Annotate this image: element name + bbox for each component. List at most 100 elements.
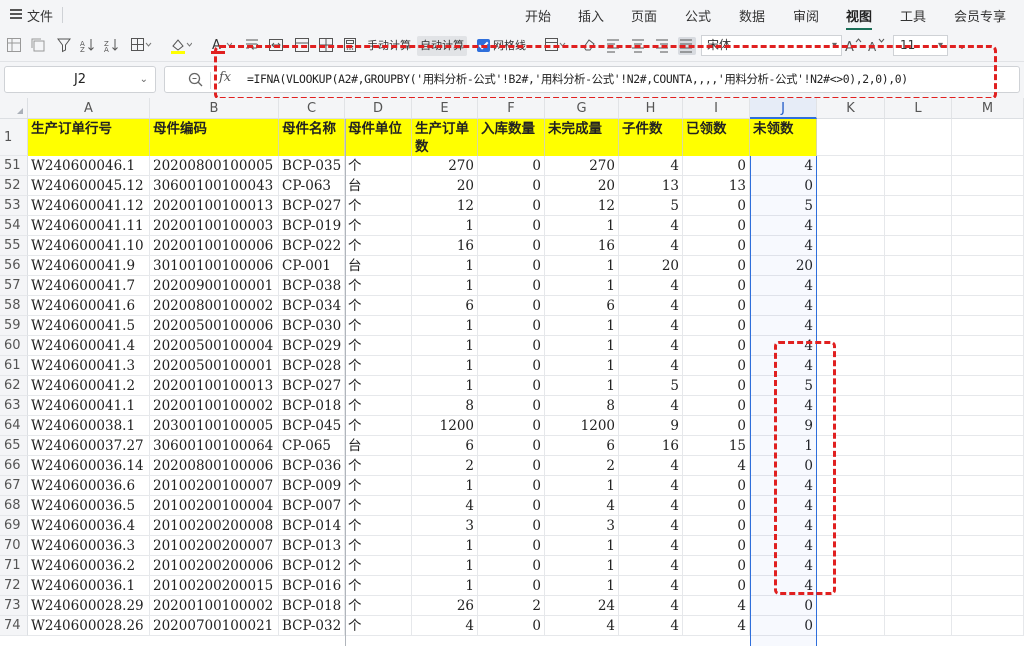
empty-cell[interactable] <box>817 396 885 416</box>
table-cell[interactable]: 270 <box>545 156 619 176</box>
table-cell[interactable]: 4 <box>619 576 683 596</box>
table-cell[interactable]: 0 <box>478 156 545 176</box>
column-header-l[interactable]: L <box>885 98 952 119</box>
table-cell[interactable]: 20200800100005 <box>150 156 279 176</box>
table-cell[interactable]: 个 <box>345 416 412 436</box>
table-cell[interactable]: 20200700100021 <box>150 616 279 636</box>
table-cell[interactable]: W240600041.7 <box>28 276 150 296</box>
table-cell[interactable]: 4 <box>750 216 817 236</box>
clear-format-icon[interactable] <box>581 37 599 55</box>
table-cell[interactable]: 4 <box>750 396 817 416</box>
table-cell[interactable]: W240600036.2 <box>28 556 150 576</box>
table-cell[interactable]: BCP-013 <box>279 536 345 556</box>
tab-membership[interactable]: 会员专享 <box>954 6 1006 25</box>
empty-cell[interactable] <box>817 356 885 376</box>
empty-cell[interactable] <box>885 316 952 336</box>
table-cell[interactable]: 4 <box>545 616 619 636</box>
table-cell[interactable]: 0 <box>478 456 545 476</box>
table-cell[interactable]: 0 <box>750 456 817 476</box>
formula-text[interactable]: =IFNA(VLOOKUP(A2#,GROUPBY('用料分析-公式'!B2#,… <box>247 71 908 87</box>
table-cell[interactable]: 4 <box>412 616 478 636</box>
tab-formula[interactable]: 公式 <box>685 6 711 25</box>
row-header[interactable]: 70 <box>0 536 28 556</box>
row-header[interactable]: 67 <box>0 476 28 496</box>
empty-cell[interactable] <box>817 556 885 576</box>
table-cell[interactable]: 1200 <box>412 416 478 436</box>
table-cell[interactable]: 个 <box>345 196 412 216</box>
table-cell[interactable]: BCP-022 <box>279 236 345 256</box>
table-cell[interactable]: 个 <box>345 596 412 616</box>
table-cell[interactable]: 0 <box>683 576 750 596</box>
table-cell[interactable]: 4 <box>619 216 683 236</box>
row-header[interactable]: 72 <box>0 576 28 596</box>
table-cell[interactable]: 0 <box>478 196 545 216</box>
empty-cell[interactable] <box>817 236 885 256</box>
empty-cell[interactable] <box>952 496 1024 516</box>
gridlines-checkbox[interactable] <box>477 39 490 52</box>
table-cell[interactable]: W240600041.3 <box>28 356 150 376</box>
column-header-d[interactable]: D <box>345 98 412 119</box>
table-cell[interactable]: 20200100100002 <box>150 596 279 616</box>
table-cell[interactable]: BCP-019 <box>279 216 345 236</box>
empty-cell[interactable] <box>817 376 885 396</box>
empty-cell[interactable] <box>952 396 1024 416</box>
empty-cell[interactable] <box>885 296 952 316</box>
row-header[interactable]: 58 <box>0 296 28 316</box>
empty-cell[interactable] <box>817 516 885 536</box>
empty-cell[interactable] <box>952 296 1024 316</box>
table-cell[interactable]: 0 <box>478 176 545 196</box>
table-cell[interactable]: 0 <box>683 316 750 336</box>
table-cell[interactable]: 20200100100013 <box>150 376 279 396</box>
empty-cell[interactable] <box>952 336 1024 356</box>
table-cell[interactable]: 9 <box>619 416 683 436</box>
table-cell[interactable]: 20200100100003 <box>150 216 279 236</box>
empty-cell[interactable] <box>952 216 1024 236</box>
table-cell[interactable]: BCP-012 <box>279 556 345 576</box>
table-cell[interactable]: 0 <box>478 256 545 276</box>
table-cell[interactable]: W240600041.4 <box>28 336 150 356</box>
table-cell[interactable]: 20100200200008 <box>150 516 279 536</box>
header-cell[interactable]: 入库数量 <box>478 119 545 156</box>
empty-cell[interactable] <box>952 556 1024 576</box>
table-cell[interactable]: 0 <box>478 556 545 576</box>
row-header[interactable]: 60 <box>0 336 28 356</box>
empty-cell[interactable] <box>817 416 885 436</box>
table-cell[interactable]: 30600100100064 <box>150 436 279 456</box>
table-icon[interactable] <box>6 37 24 55</box>
table-cell[interactable]: CP-063 <box>279 176 345 196</box>
table-cell[interactable]: 1 <box>412 336 478 356</box>
table-cell[interactable]: 20200100100002 <box>150 396 279 416</box>
table-cell[interactable]: 1 <box>750 436 817 456</box>
table-cell[interactable]: 4 <box>750 516 817 536</box>
empty-cell[interactable] <box>885 356 952 376</box>
table-cell[interactable]: 台 <box>345 176 412 196</box>
empty-cell[interactable] <box>885 256 952 276</box>
table-cell[interactable]: 0 <box>683 476 750 496</box>
merge-cells-icon[interactable] <box>268 37 286 55</box>
table-cell[interactable]: 0 <box>478 376 545 396</box>
table-cell[interactable]: W240600041.10 <box>28 236 150 256</box>
table-cell[interactable]: BCP-032 <box>279 616 345 636</box>
empty-cell[interactable] <box>885 236 952 256</box>
font-color-icon[interactable]: A <box>210 37 232 55</box>
table-cell[interactable]: 4 <box>619 516 683 536</box>
table-cell[interactable]: 20200900100001 <box>150 276 279 296</box>
table-cell[interactable]: 20 <box>545 176 619 196</box>
empty-cell[interactable] <box>952 356 1024 376</box>
empty-cell[interactable] <box>817 536 885 556</box>
table-cell[interactable]: 20100200200015 <box>150 576 279 596</box>
table-cell[interactable]: 1 <box>545 476 619 496</box>
table-cell[interactable]: 个 <box>345 156 412 176</box>
file-menu[interactable]: 文件 <box>27 6 53 25</box>
table-cell[interactable]: 个 <box>345 296 412 316</box>
auto-calc-button[interactable]: 自动计算 <box>417 36 467 56</box>
table-cell[interactable]: 个 <box>345 536 412 556</box>
row-header[interactable]: 68 <box>0 496 28 516</box>
table-cell[interactable]: W240600041.2 <box>28 376 150 396</box>
table-cell[interactable]: 0 <box>478 316 545 336</box>
zoom-icon[interactable] <box>187 71 205 89</box>
table-cell[interactable]: W240600036.5 <box>28 496 150 516</box>
table-cell[interactable]: BCP-034 <box>279 296 345 316</box>
table-cell[interactable]: 个 <box>345 576 412 596</box>
table-cell[interactable]: 4 <box>412 496 478 516</box>
